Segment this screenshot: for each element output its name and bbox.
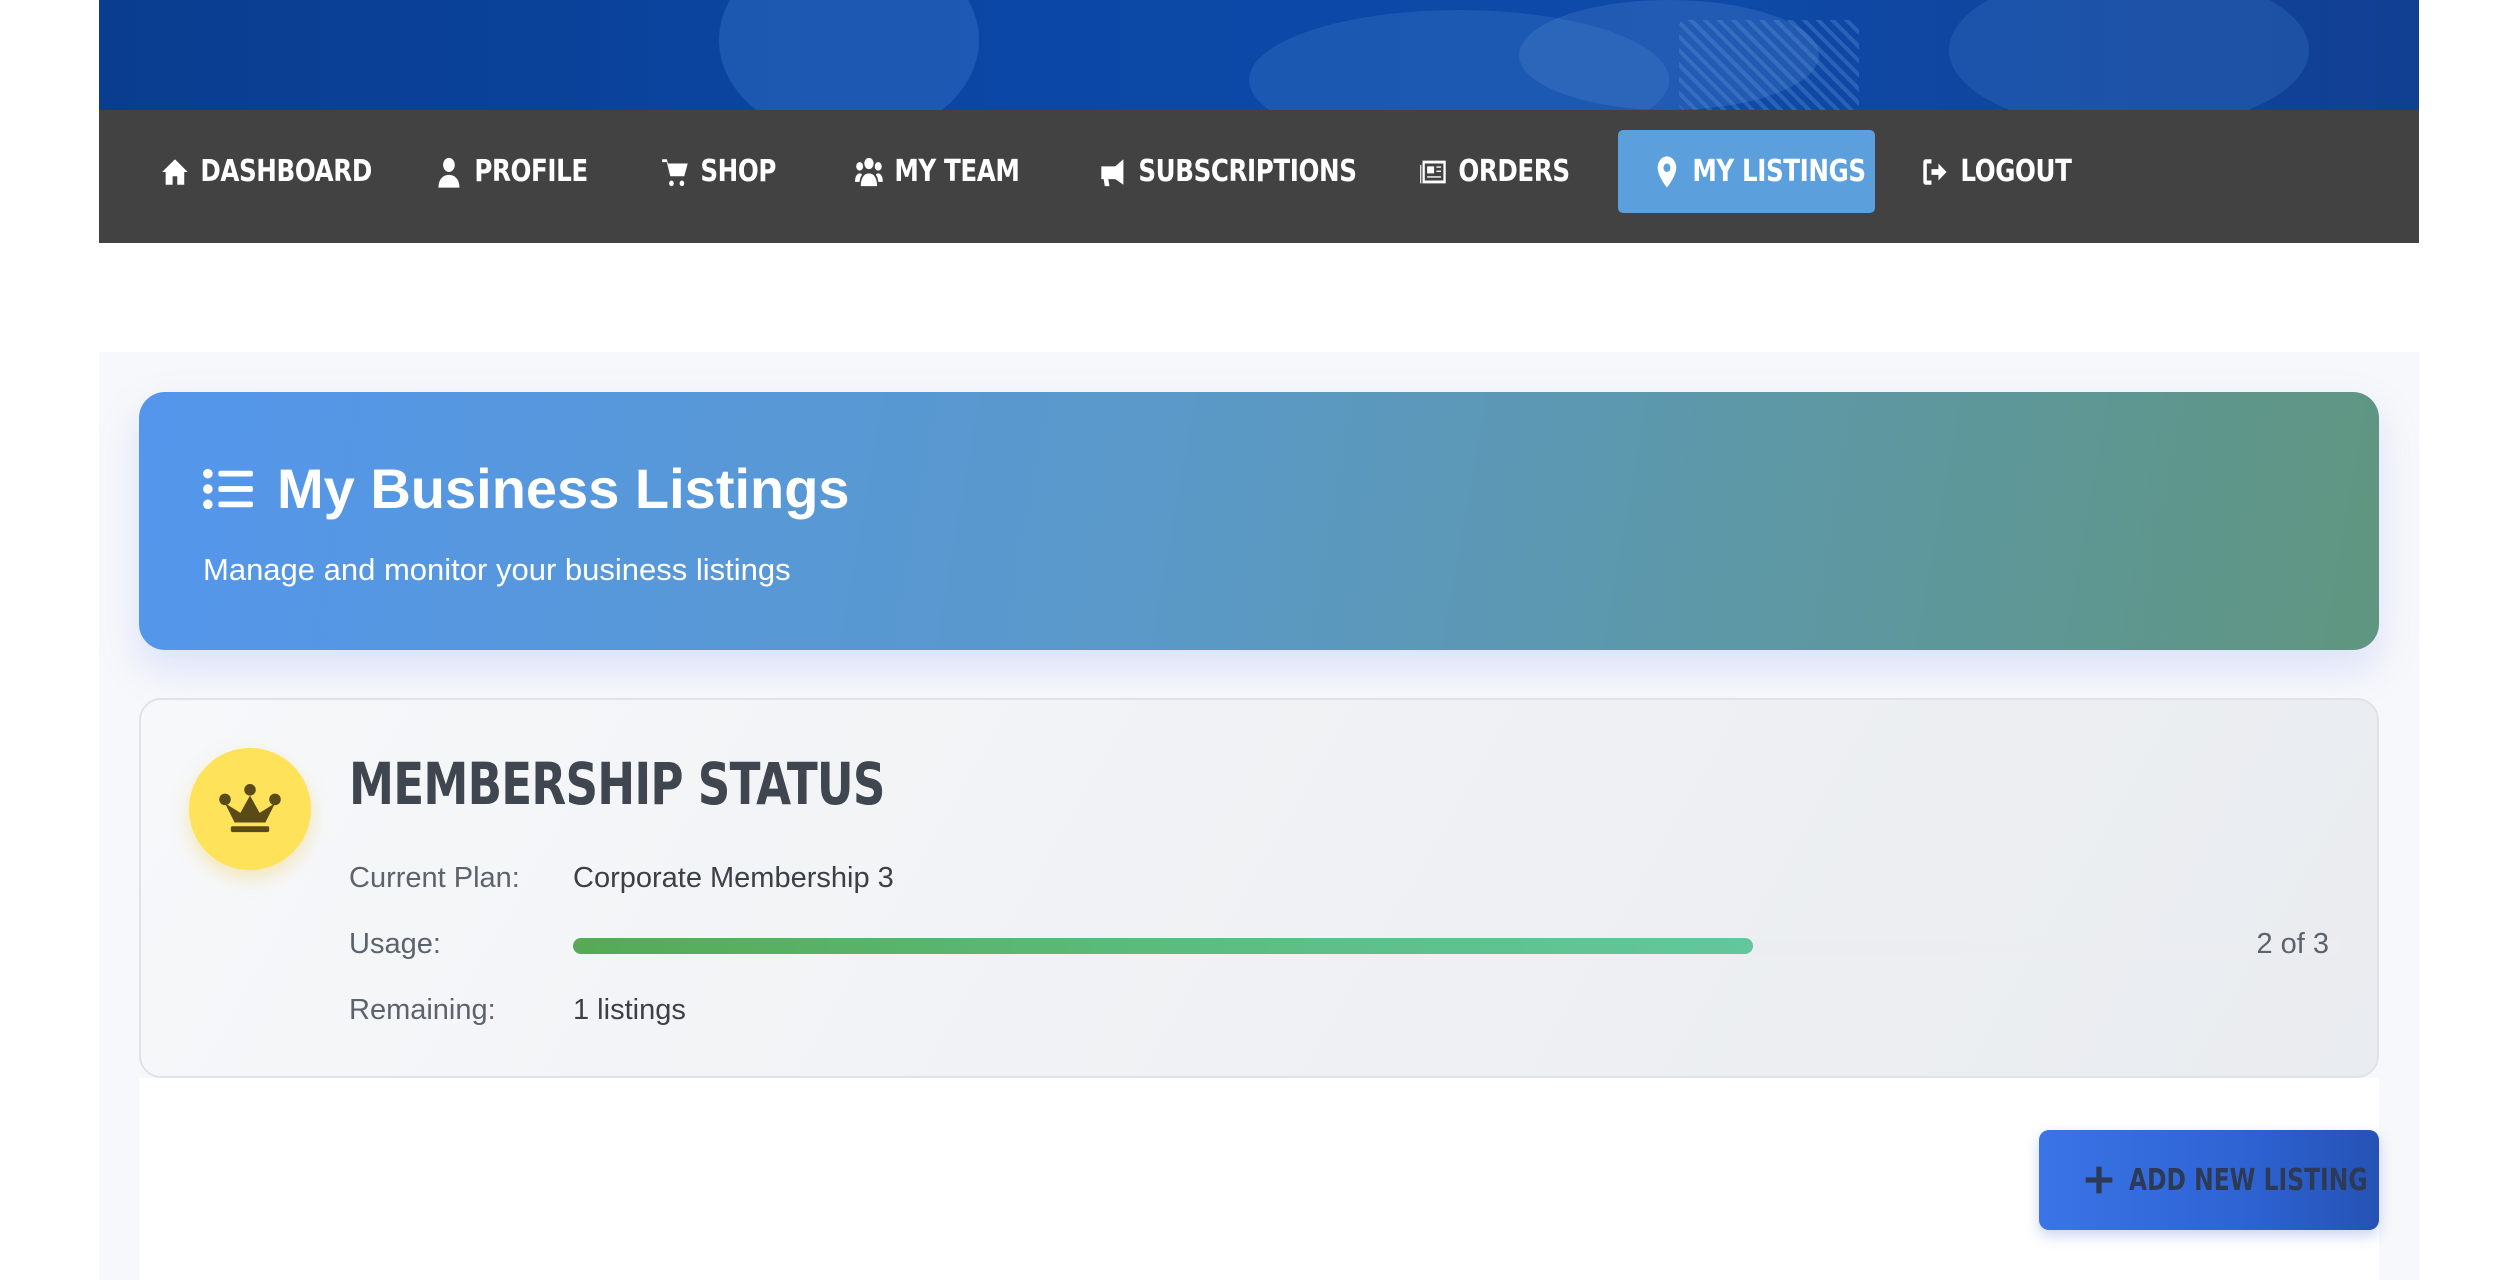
main-content: My Business Listings Manage and monitor … bbox=[99, 352, 2419, 1280]
add-new-listing-button[interactable]: ADD NEW LISTING bbox=[2039, 1130, 2379, 1230]
usage-progress-bar bbox=[573, 938, 2343, 954]
nav-subscriptions[interactable]: SUBSCRIPTIONS bbox=[1099, 130, 1357, 213]
nav-dashboard[interactable]: DASHBOARD bbox=[161, 130, 372, 213]
nav-my-listings-label: MY LISTINGS bbox=[1692, 154, 1866, 189]
page-title: My Business Listings bbox=[277, 457, 850, 520]
nav-orders-label: ORDERS bbox=[1458, 154, 1570, 189]
nav-profile[interactable]: PROFILE bbox=[435, 130, 588, 213]
nav-dashboard-label: DASHBOARD bbox=[200, 154, 372, 189]
usage-progress-fill bbox=[573, 938, 1753, 954]
crown-badge bbox=[189, 748, 311, 870]
nav-my-listings[interactable]: MY LISTINGS bbox=[1653, 130, 1866, 213]
home-icon bbox=[161, 155, 189, 189]
usage-label: Usage: bbox=[349, 928, 441, 960]
remaining-label: Remaining: bbox=[349, 994, 496, 1026]
nav-logout[interactable]: LOGOUT bbox=[1921, 130, 2072, 213]
nav-shop[interactable]: SHOP bbox=[661, 130, 776, 213]
nav-shop-label: SHOP bbox=[700, 154, 776, 189]
main-navigation: DASHBOARD PROFILE SHOP MY TEAM SUBSCRIPT… bbox=[99, 110, 2419, 243]
page-title-row: My Business Listings bbox=[203, 456, 850, 521]
current-plan-value: Corporate Membership 3 bbox=[573, 862, 894, 894]
membership-status-title: MEMBERSHIP STATUS bbox=[349, 750, 885, 818]
nav-subscriptions-label: SUBSCRIPTIONS bbox=[1138, 154, 1357, 189]
usage-count: 2 of 3 bbox=[2256, 928, 2329, 960]
plus-icon bbox=[2083, 1164, 2115, 1196]
crown-icon bbox=[219, 784, 281, 833]
nav-logout-label: LOGOUT bbox=[1960, 154, 2072, 189]
map-pin-icon bbox=[1653, 155, 1681, 189]
user-icon bbox=[435, 155, 463, 189]
hero-banner-image bbox=[99, 0, 2419, 110]
membership-status-card: MEMBERSHIP STATUS Current Plan: Corporat… bbox=[139, 698, 2379, 1078]
users-icon bbox=[855, 155, 883, 189]
page-subtitle: Manage and monitor your business listing… bbox=[203, 552, 791, 587]
remaining-value: 1 listings bbox=[573, 994, 686, 1026]
newspaper-icon bbox=[1419, 155, 1447, 189]
sign-out-icon bbox=[1921, 155, 1949, 189]
list-icon bbox=[203, 466, 253, 512]
nav-profile-label: PROFILE bbox=[474, 154, 588, 189]
megaphone-icon bbox=[1099, 155, 1127, 189]
current-plan-label: Current Plan: bbox=[349, 862, 520, 894]
nav-my-team[interactable]: MY TEAM bbox=[855, 130, 1020, 213]
nav-orders[interactable]: ORDERS bbox=[1419, 130, 1570, 213]
page-header-banner: My Business Listings Manage and monitor … bbox=[139, 392, 2379, 650]
add-new-listing-label: ADD NEW LISTING bbox=[2129, 1162, 2368, 1198]
cart-icon bbox=[661, 155, 689, 189]
nav-my-team-label: MY TEAM bbox=[894, 154, 1020, 189]
